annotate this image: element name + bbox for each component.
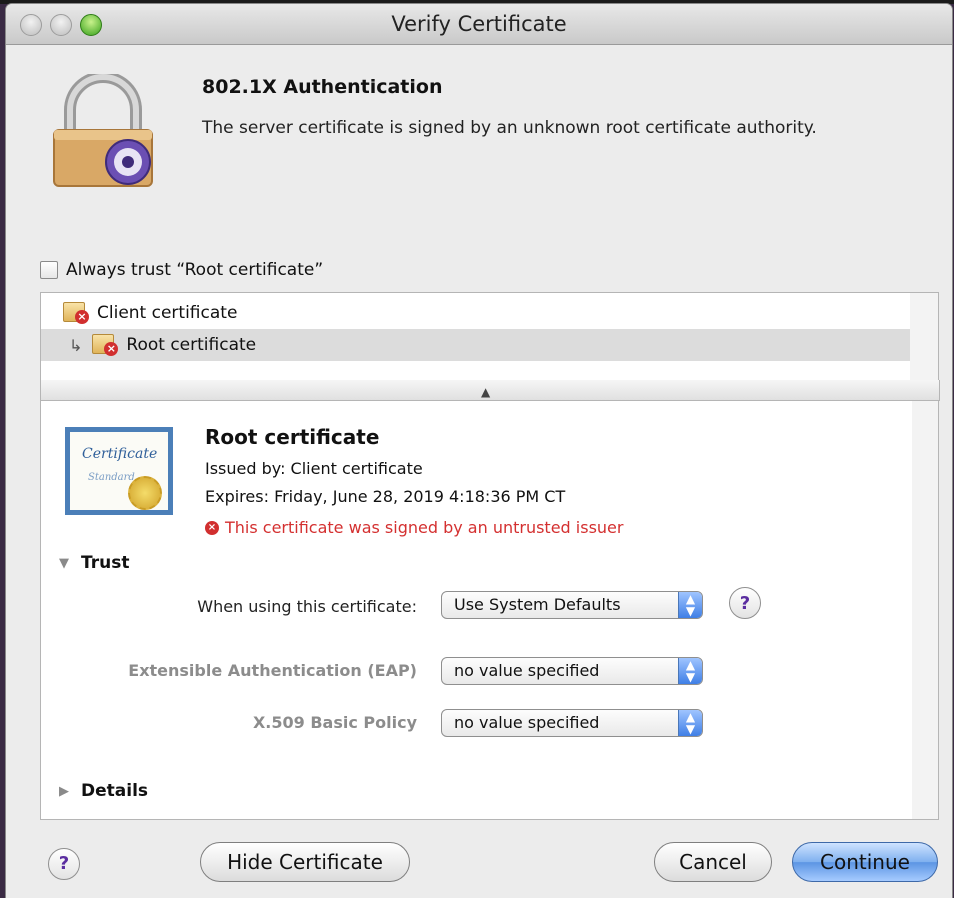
dialog-message: The server certificate is signed by an u… [202,118,817,138]
chain-scrollbar[interactable] [910,292,939,382]
chain-item-label: Client certificate [97,303,238,323]
eap-popup[interactable]: no value specified ▲ ▼ [441,657,703,685]
certificate-expiry: Expires: Friday, June 28, 2019 4:18:36 P… [205,487,566,506]
popup-value: no value specified [454,661,600,680]
chain-item-label: Root certificate [126,335,257,355]
popup-value: no value specified [454,713,600,732]
disclosure-expanded-icon[interactable]: ▼ [59,556,75,571]
chain-item-root-certificate[interactable]: ↳ × Root certificate [41,329,913,361]
trust-disclosure[interactable]: ▼ Trust [59,553,129,573]
pane-splitter[interactable]: ▲ [40,380,940,401]
error-icon: × [205,520,219,535]
when-using-label: When using this certificate: [197,597,417,616]
splitter-grip-icon: ▲ [481,385,491,399]
seal-icon [128,476,162,510]
certificate-icon: Certificate Standard [65,427,173,515]
untrusted-warning: × This certificate was signed by an untr… [205,518,623,537]
certificate-icon-text: Certificate [82,446,158,462]
trust-help-button[interactable]: ? [729,587,761,619]
popup-arrows-icon: ▲ ▼ [678,658,702,684]
popup-value: Use System Defaults [454,595,621,614]
popup-arrows-icon: ▲ ▼ [678,710,702,736]
chain-item-client-certificate[interactable]: × Client certificate [41,297,913,329]
padlock-icon [53,74,153,187]
eap-label: Extensible Authentication (EAP) [128,661,417,680]
invalid-certificate-icon: × [92,334,119,356]
details-section-label[interactable]: Details [81,781,148,801]
child-arrow-icon: ↳ [69,335,83,355]
when-using-popup[interactable]: Use System Defaults ▲ ▼ [441,591,703,619]
cancel-button[interactable]: Cancel [654,842,772,882]
dialog-heading: 802.1X Authentication [202,76,443,98]
window-title: Verify Certificate [391,12,567,36]
details-disclosure[interactable]: ▶ Details [59,781,148,801]
certificate-icon-subtext: Standard [88,472,135,483]
title-bar: Verify Certificate [6,4,952,45]
invalid-certificate-icon: × [63,302,89,324]
always-trust-checkbox[interactable] [40,261,58,279]
certificate-chain-list: × Client certificate ↳ × Root certificat… [40,292,914,382]
trust-section-label[interactable]: Trust [81,553,129,573]
disclosure-collapsed-icon[interactable]: ▶ [59,784,75,799]
verify-certificate-dialog: Verify Certificate 802.1X Authentication… [6,4,952,898]
untrusted-warning-text: This certificate was signed by an untrus… [225,518,624,537]
help-button[interactable]: ? [48,848,80,880]
certificate-detail-pane: Certificate Standard Root certificate Is… [40,401,914,820]
certificate-name: Root certificate [205,425,380,449]
x509-popup[interactable]: no value specified ▲ ▼ [441,709,703,737]
certificate-issuer: Issued by: Client certificate [205,459,423,478]
detail-scrollbar[interactable] [912,401,939,820]
popup-arrows-icon: ▲ ▼ [678,592,702,618]
continue-button[interactable]: Continue [792,842,938,882]
x509-label: X.509 Basic Policy [252,713,417,732]
always-trust-row[interactable]: Always trust “Root certificate” [40,259,323,281]
hide-certificate-button[interactable]: Hide Certificate [200,842,410,882]
always-trust-label[interactable]: Always trust “Root certificate” [66,260,323,280]
